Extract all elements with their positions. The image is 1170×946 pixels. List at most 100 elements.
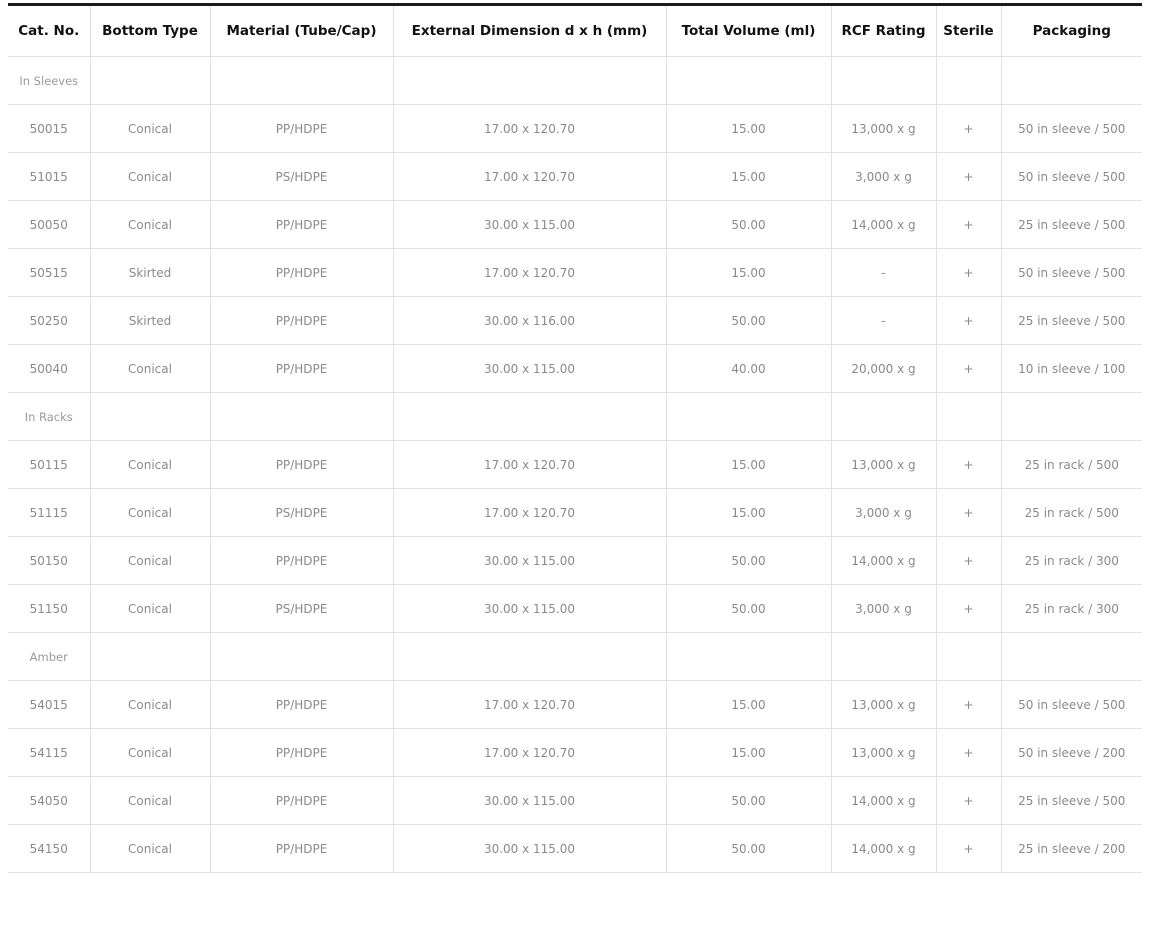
cell-sterile: + — [935, 296, 1001, 345]
cell-packaging: 50 in sleeve / 200 — [1000, 728, 1142, 777]
group-empty-cell — [1000, 392, 1142, 441]
cell-rcf-rating: 20,000 x g — [830, 344, 936, 393]
cell-total-volume: 50.00 — [665, 536, 831, 585]
cell-bottom-type: Conical — [89, 776, 210, 825]
group-empty-cell — [392, 56, 666, 105]
cell-sterile: + — [935, 584, 1001, 633]
cell-packaging: 25 in rack / 500 — [1000, 488, 1142, 537]
cell-sterile: + — [935, 728, 1001, 777]
table-row: 54115 Conical PP/HDPE 17.00 x 120.70 15.00 13… — [8, 728, 1142, 777]
cell-bottom-type: Conical — [89, 728, 210, 777]
cell-material: PP/HDPE — [209, 200, 393, 249]
cell-external-dimension: 17.00 x 120.70 — [392, 440, 666, 489]
cell-material: PP/HDPE — [209, 248, 393, 297]
cell-external-dimension: 30.00 x 115.00 — [392, 776, 666, 825]
cell-total-volume: 50.00 — [665, 824, 831, 873]
cell-external-dimension: 30.00 x 116.00 — [392, 296, 666, 345]
cell-sterile: + — [935, 344, 1001, 393]
cell-material: PP/HDPE — [209, 776, 393, 825]
group-row: In Sleeves — [8, 56, 1142, 105]
table-row: 50515 Skirted PP/HDPE 17.00 x 120.70 15.00- +… — [8, 248, 1142, 297]
cell-rcf-rating: 3,000 x g — [830, 152, 936, 201]
cell-total-volume: 50.00 — [665, 200, 831, 249]
header-row: Cat. No. Bottom Type Material (Tube/Cap)… — [8, 4, 1142, 57]
column-header-rcf-rating: RCF Rating — [830, 4, 936, 57]
cell-total-volume: 15.00 — [665, 728, 831, 777]
cell-bottom-type: Conical — [89, 344, 210, 393]
column-header-total-volume: Total Volume (ml) — [665, 4, 831, 57]
cell-sterile: + — [935, 104, 1001, 153]
cell-total-volume: 50.00 — [665, 776, 831, 825]
cell-cat-no: 51015 — [8, 152, 90, 201]
cell-packaging: 25 in sleeve / 500 — [1000, 200, 1142, 249]
column-header-sterile: Sterile — [935, 4, 1001, 57]
cell-external-dimension: 17.00 x 120.70 — [392, 248, 666, 297]
cell-packaging: 25 in sleeve / 500 — [1000, 296, 1142, 345]
cell-rcf-rating: 14,000 x g — [830, 200, 936, 249]
cell-bottom-type: Conical — [89, 536, 210, 585]
group-empty-cell — [830, 392, 936, 441]
cell-external-dimension: 17.00 x 120.70 — [392, 728, 666, 777]
product-table-container: Cat. No. Bottom Type Material (Tube/Cap)… — [8, 3, 1142, 873]
cell-bottom-type: Conical — [89, 488, 210, 537]
cell-bottom-type: Conical — [89, 584, 210, 633]
cell-rcf-rating: 13,000 x g — [830, 728, 936, 777]
cell-packaging: 50 in sleeve / 500 — [1000, 680, 1142, 729]
cell-external-dimension: 17.00 x 120.70 — [392, 680, 666, 729]
cell-cat-no: 50040 — [8, 344, 90, 393]
cell-packaging: 25 in rack / 300 — [1000, 584, 1142, 633]
cell-packaging: 50 in sleeve / 500 — [1000, 248, 1142, 297]
table-row: 50050 Conical PP/HDPE 30.00 x 115.00 50.00 14… — [8, 200, 1142, 249]
cell-cat-no: 54015 — [8, 680, 90, 729]
group-row: In Racks — [8, 392, 1142, 441]
cell-bottom-type: Conical — [89, 104, 210, 153]
cell-cat-no: 54150 — [8, 824, 90, 873]
cell-sterile: + — [935, 488, 1001, 537]
table-row: 51115 Conical PS/HDPE 17.00 x 120.70 15.00 3,… — [8, 488, 1142, 537]
cell-packaging: 25 in sleeve / 200 — [1000, 824, 1142, 873]
cell-material: PP/HDPE — [209, 344, 393, 393]
cell-cat-no: 50515 — [8, 248, 90, 297]
column-header-packaging: Packaging — [1000, 4, 1142, 57]
product-table: Cat. No. Bottom Type Material (Tube/Cap)… — [8, 3, 1142, 873]
table-row: 50150 Conical PP/HDPE 30.00 x 115.00 50.00 14… — [8, 536, 1142, 585]
cell-total-volume: 15.00 — [665, 680, 831, 729]
cell-total-volume: 15.00 — [665, 248, 831, 297]
cell-material: PP/HDPE — [209, 104, 393, 153]
cell-cat-no: 50250 — [8, 296, 90, 345]
group-empty-cell — [665, 632, 831, 681]
cell-rcf-rating: - — [830, 296, 936, 345]
group-empty-cell — [665, 392, 831, 441]
cell-bottom-type: Skirted — [89, 248, 210, 297]
group-empty-cell — [89, 632, 210, 681]
group-empty-cell — [935, 56, 1001, 105]
cell-material: PP/HDPE — [209, 536, 393, 585]
group-empty-cell — [1000, 56, 1142, 105]
group-empty-cell — [209, 632, 393, 681]
group-row: Amber — [8, 632, 1142, 681]
group-label: In Sleeves — [8, 56, 90, 105]
cell-sterile: + — [935, 680, 1001, 729]
cell-cat-no: 51150 — [8, 584, 90, 633]
table-row: 50250 Skirted PP/HDPE 30.00 x 116.00 50.00- +… — [8, 296, 1142, 345]
cell-packaging: 50 in sleeve / 500 — [1000, 152, 1142, 201]
cell-rcf-rating: 14,000 x g — [830, 776, 936, 825]
cell-rcf-rating: 14,000 x g — [830, 824, 936, 873]
cell-cat-no: 51115 — [8, 488, 90, 537]
cell-material: PP/HDPE — [209, 440, 393, 489]
cell-total-volume: 15.00 — [665, 440, 831, 489]
cell-bottom-type: Conical — [89, 152, 210, 201]
cell-material: PP/HDPE — [209, 296, 393, 345]
column-header-bottom-type: Bottom Type — [89, 4, 210, 57]
cell-material: PP/HDPE — [209, 728, 393, 777]
group-empty-cell — [209, 56, 393, 105]
group-empty-cell — [830, 56, 936, 105]
table-row: 54150 Conical PP/HDPE 30.00 x 115.00 50.00 14… — [8, 824, 1142, 873]
group-empty-cell — [89, 392, 210, 441]
cell-external-dimension: 30.00 x 115.00 — [392, 536, 666, 585]
cell-rcf-rating: 3,000 x g — [830, 584, 936, 633]
table-row: 50015 Conical PP/HDPE 17.00 x 120.70 15.00 13… — [8, 104, 1142, 153]
cell-rcf-rating: 14,000 x g — [830, 536, 936, 585]
cell-total-volume: 15.00 — [665, 152, 831, 201]
table-header: Cat. No. Bottom Type Material (Tube/Cap)… — [8, 4, 1142, 57]
